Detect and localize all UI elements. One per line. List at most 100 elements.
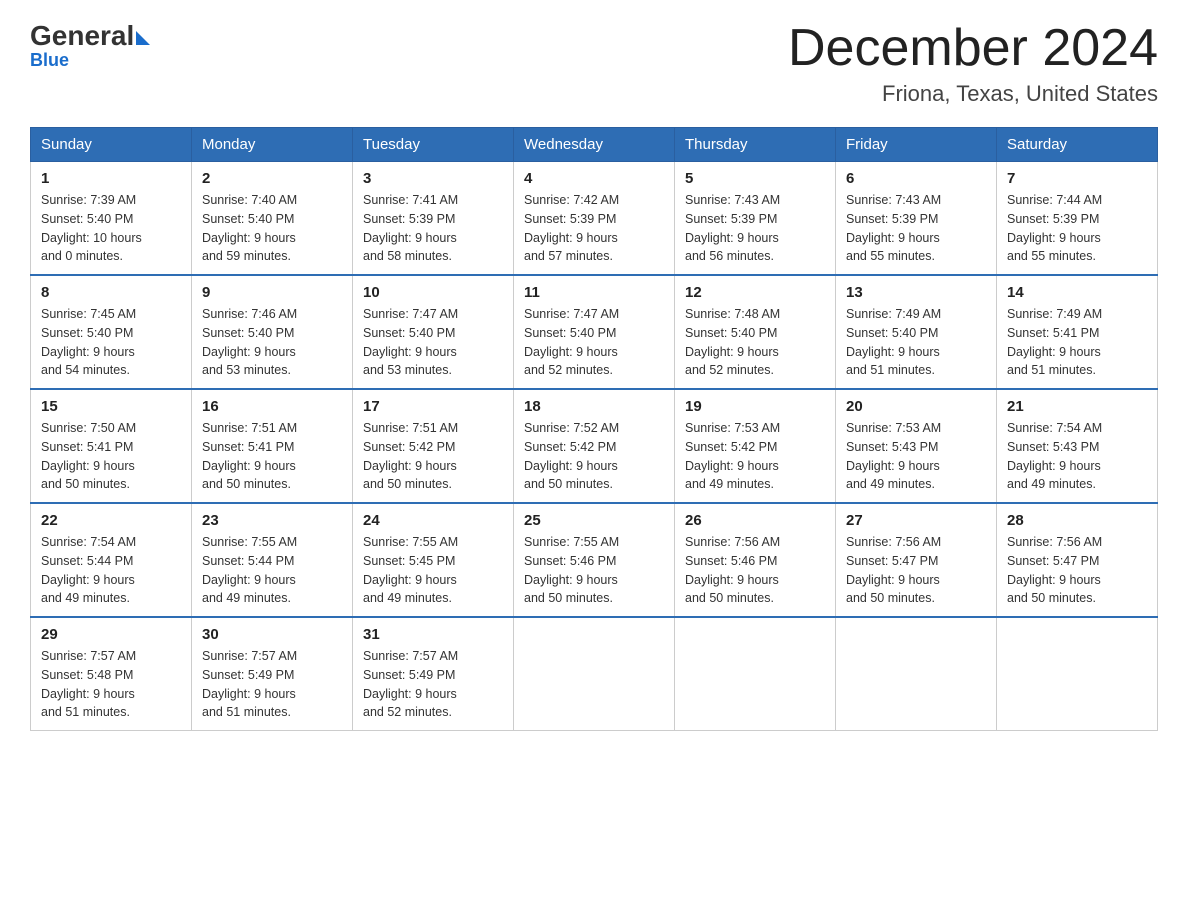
calendar-cell: 4 Sunrise: 7:42 AMSunset: 5:39 PMDaylight… <box>514 162 675 276</box>
day-detail: Sunrise: 7:56 AMSunset: 5:47 PMDaylight:… <box>1007 533 1147 608</box>
day-number: 28 <box>1007 512 1147 529</box>
calendar-cell: 8 Sunrise: 7:45 AMSunset: 5:40 PMDaylight… <box>31 275 192 389</box>
day-detail: Sunrise: 7:49 AMSunset: 5:41 PMDaylight:… <box>1007 305 1147 380</box>
day-detail: Sunrise: 7:56 AMSunset: 5:46 PMDaylight:… <box>685 533 825 608</box>
calendar-cell: 11 Sunrise: 7:47 AMSunset: 5:40 PMDayligh… <box>514 275 675 389</box>
calendar-week-row: 1 Sunrise: 7:39 AMSunset: 5:40 PMDaylight… <box>31 162 1158 276</box>
calendar-cell: 30 Sunrise: 7:57 AMSunset: 5:49 PMDayligh… <box>192 617 353 731</box>
day-number: 17 <box>363 398 503 415</box>
calendar-cell: 24 Sunrise: 7:55 AMSunset: 5:45 PMDayligh… <box>353 503 514 617</box>
calendar-cell: 5 Sunrise: 7:43 AMSunset: 5:39 PMDaylight… <box>675 162 836 276</box>
day-number: 30 <box>202 626 342 643</box>
logo: General Blue <box>30 20 152 71</box>
calendar-cell: 10 Sunrise: 7:47 AMSunset: 5:40 PMDayligh… <box>353 275 514 389</box>
calendar-cell: 13Sunrise: 7:49 AMSunset: 5:40 PMDayligh… <box>836 275 997 389</box>
day-number: 16 <box>202 398 342 415</box>
day-number: 23 <box>202 512 342 529</box>
calendar-cell: 31Sunrise: 7:57 AMSunset: 5:49 PMDayligh… <box>353 617 514 731</box>
col-header-wednesday: Wednesday <box>514 128 675 162</box>
logo-general: General <box>30 20 134 52</box>
logo-blue: Blue <box>30 50 69 71</box>
day-detail: Sunrise: 7:40 AMSunset: 5:40 PMDaylight:… <box>202 191 342 266</box>
calendar-cell: 1 Sunrise: 7:39 AMSunset: 5:40 PMDaylight… <box>31 162 192 276</box>
calendar-cell: 7Sunrise: 7:44 AMSunset: 5:39 PMDaylight… <box>997 162 1158 276</box>
calendar-cell: 22 Sunrise: 7:54 AMSunset: 5:44 PMDayligh… <box>31 503 192 617</box>
day-number: 11 <box>524 284 664 301</box>
day-detail: Sunrise: 7:53 AMSunset: 5:42 PMDaylight:… <box>685 419 825 494</box>
day-detail: Sunrise: 7:51 AMSunset: 5:42 PMDaylight:… <box>363 419 503 494</box>
day-detail: Sunrise: 7:51 AMSunset: 5:41 PMDaylight:… <box>202 419 342 494</box>
day-number: 9 <box>202 284 342 301</box>
day-detail: Sunrise: 7:45 AMSunset: 5:40 PMDaylight:… <box>41 305 181 380</box>
day-number: 2 <box>202 170 342 187</box>
calendar-table: SundayMondayTuesdayWednesdayThursdayFrid… <box>30 127 1158 731</box>
day-number: 24 <box>363 512 503 529</box>
calendar-cell <box>836 617 997 731</box>
day-number: 22 <box>41 512 181 529</box>
calendar-cell: 18Sunrise: 7:52 AMSunset: 5:42 PMDayligh… <box>514 389 675 503</box>
day-detail: Sunrise: 7:54 AMSunset: 5:43 PMDaylight:… <box>1007 419 1147 494</box>
day-number: 27 <box>846 512 986 529</box>
calendar-week-row: 29 Sunrise: 7:57 AMSunset: 5:48 PMDayligh… <box>31 617 1158 731</box>
day-detail: Sunrise: 7:44 AMSunset: 5:39 PMDaylight:… <box>1007 191 1147 266</box>
day-detail: Sunrise: 7:43 AMSunset: 5:39 PMDaylight:… <box>685 191 825 266</box>
day-detail: Sunrise: 7:42 AMSunset: 5:39 PMDaylight:… <box>524 191 664 266</box>
day-number: 10 <box>363 284 503 301</box>
day-number: 29 <box>41 626 181 643</box>
calendar-cell <box>514 617 675 731</box>
calendar-header-row: SundayMondayTuesdayWednesdayThursdayFrid… <box>31 128 1158 162</box>
day-detail: Sunrise: 7:55 AMSunset: 5:46 PMDaylight:… <box>524 533 664 608</box>
day-detail: Sunrise: 7:56 AMSunset: 5:47 PMDaylight:… <box>846 533 986 608</box>
col-header-monday: Monday <box>192 128 353 162</box>
calendar-cell: 9 Sunrise: 7:46 AMSunset: 5:40 PMDaylight… <box>192 275 353 389</box>
day-detail: Sunrise: 7:41 AMSunset: 5:39 PMDaylight:… <box>363 191 503 266</box>
day-number: 8 <box>41 284 181 301</box>
day-number: 3 <box>363 170 503 187</box>
col-header-tuesday: Tuesday <box>353 128 514 162</box>
calendar-cell: 15Sunrise: 7:50 AMSunset: 5:41 PMDayligh… <box>31 389 192 503</box>
day-number: 25 <box>524 512 664 529</box>
page-header: General Blue December 2024 Friona, Texas… <box>30 20 1158 107</box>
calendar-cell: 16 Sunrise: 7:51 AMSunset: 5:41 PMDayligh… <box>192 389 353 503</box>
day-detail: Sunrise: 7:46 AMSunset: 5:40 PMDaylight:… <box>202 305 342 380</box>
calendar-week-row: 22 Sunrise: 7:54 AMSunset: 5:44 PMDayligh… <box>31 503 1158 617</box>
day-detail: Sunrise: 7:50 AMSunset: 5:41 PMDaylight:… <box>41 419 181 494</box>
day-detail: Sunrise: 7:49 AMSunset: 5:40 PMDaylight:… <box>846 305 986 380</box>
day-detail: Sunrise: 7:47 AMSunset: 5:40 PMDaylight:… <box>524 305 664 380</box>
calendar-cell: 26 Sunrise: 7:56 AMSunset: 5:46 PMDayligh… <box>675 503 836 617</box>
calendar-cell: 17 Sunrise: 7:51 AMSunset: 5:42 PMDayligh… <box>353 389 514 503</box>
day-detail: Sunrise: 7:39 AMSunset: 5:40 PMDaylight:… <box>41 191 181 266</box>
col-header-saturday: Saturday <box>997 128 1158 162</box>
day-number: 12 <box>685 284 825 301</box>
col-header-friday: Friday <box>836 128 997 162</box>
calendar-cell: 23Sunrise: 7:55 AMSunset: 5:44 PMDayligh… <box>192 503 353 617</box>
day-number: 26 <box>685 512 825 529</box>
col-header-sunday: Sunday <box>31 128 192 162</box>
day-detail: Sunrise: 7:43 AMSunset: 5:39 PMDaylight:… <box>846 191 986 266</box>
calendar-cell <box>997 617 1158 731</box>
day-number: 5 <box>685 170 825 187</box>
calendar-cell: 3 Sunrise: 7:41 AMSunset: 5:39 PMDaylight… <box>353 162 514 276</box>
day-number: 4 <box>524 170 664 187</box>
day-detail: Sunrise: 7:57 AMSunset: 5:49 PMDaylight:… <box>202 647 342 722</box>
calendar-cell: 19 Sunrise: 7:53 AMSunset: 5:42 PMDayligh… <box>675 389 836 503</box>
day-detail: Sunrise: 7:57 AMSunset: 5:48 PMDaylight:… <box>41 647 181 722</box>
title-area: December 2024 Friona, Texas, United Stat… <box>788 20 1158 107</box>
col-header-thursday: Thursday <box>675 128 836 162</box>
day-detail: Sunrise: 7:53 AMSunset: 5:43 PMDaylight:… <box>846 419 986 494</box>
day-number: 21 <box>1007 398 1147 415</box>
calendar-cell: 28 Sunrise: 7:56 AMSunset: 5:47 PMDayligh… <box>997 503 1158 617</box>
calendar-cell: 29 Sunrise: 7:57 AMSunset: 5:48 PMDayligh… <box>31 617 192 731</box>
day-detail: Sunrise: 7:47 AMSunset: 5:40 PMDaylight:… <box>363 305 503 380</box>
logo-arrow-icon <box>136 31 150 45</box>
day-number: 19 <box>685 398 825 415</box>
day-number: 6 <box>846 170 986 187</box>
day-detail: Sunrise: 7:55 AMSunset: 5:45 PMDaylight:… <box>363 533 503 608</box>
calendar-cell: 6 Sunrise: 7:43 AMSunset: 5:39 PMDaylight… <box>836 162 997 276</box>
day-detail: Sunrise: 7:54 AMSunset: 5:44 PMDaylight:… <box>41 533 181 608</box>
logo-text: General <box>30 20 152 52</box>
day-number: 14 <box>1007 284 1147 301</box>
day-detail: Sunrise: 7:57 AMSunset: 5:49 PMDaylight:… <box>363 647 503 722</box>
day-number: 1 <box>41 170 181 187</box>
calendar-cell: 27 Sunrise: 7:56 AMSunset: 5:47 PMDayligh… <box>836 503 997 617</box>
